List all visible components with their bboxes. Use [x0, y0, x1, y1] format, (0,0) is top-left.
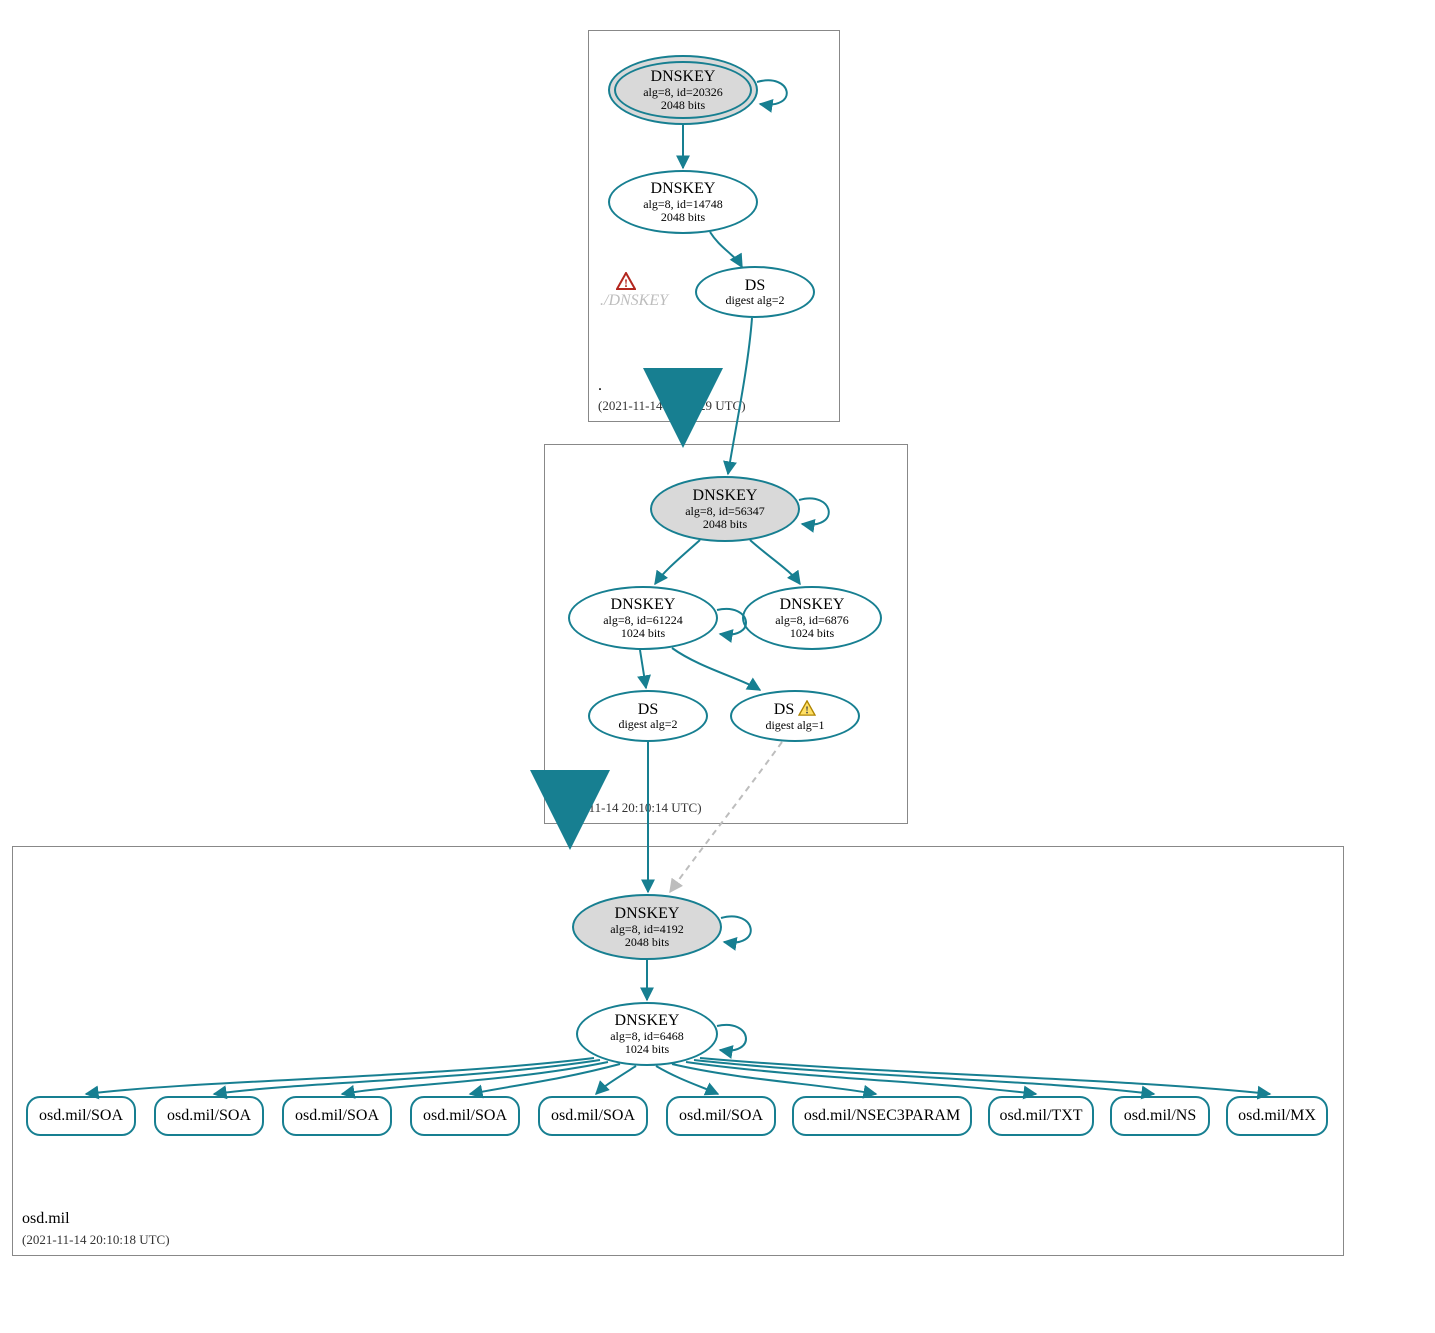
ds-title: DS — [638, 701, 658, 719]
rr-osd-soa-3[interactable]: osd.mil/SOA — [282, 1096, 392, 1136]
zone-label-osd: osd.mil — [22, 1210, 70, 1228]
rr-osd-soa-1[interactable]: osd.mil/SOA — [26, 1096, 136, 1136]
zone-ts-osd: (2021-11-14 20:10:18 UTC) — [22, 1232, 170, 1248]
dnskey-root-zsk[interactable]: DNSKEY alg=8, id=14748 2048 bits — [608, 170, 758, 234]
dnskey-title: DNSKEY — [693, 487, 758, 505]
ds-root[interactable]: DS digest alg=2 — [695, 266, 815, 318]
dnskey-bits: 1024 bits — [625, 1043, 669, 1056]
ds-mil-alg1[interactable]: DS ! digest alg=1 — [730, 690, 860, 742]
dnskey-title: DNSKEY — [615, 905, 680, 923]
dnskey-title: DNSKEY — [780, 596, 845, 614]
dnskey-title: DNSKEY — [651, 180, 716, 198]
dnskey-alg: alg=8, id=61224 — [603, 614, 683, 627]
rr-osd-ns[interactable]: osd.mil/NS — [1110, 1096, 1210, 1136]
dnskey-bits: 2048 bits — [661, 211, 705, 224]
dnskey-bits: 1024 bits — [790, 627, 834, 640]
dnskey-alg: alg=8, id=14748 — [643, 198, 723, 211]
zone-label-mil: mil — [554, 779, 575, 797]
svg-text:!: ! — [624, 276, 628, 290]
ds-mil-alg2[interactable]: DS digest alg=2 — [588, 690, 708, 742]
svg-text:!: ! — [805, 705, 809, 716]
dnskey-alg: alg=8, id=6876 — [775, 614, 849, 627]
rr-osd-soa-4[interactable]: osd.mil/SOA — [410, 1096, 520, 1136]
dnskey-osd-zsk[interactable]: DNSKEY alg=8, id=6468 1024 bits — [576, 1002, 718, 1066]
dnskey-bits: 2048 bits — [661, 99, 705, 112]
rr-osd-soa-2[interactable]: osd.mil/SOA — [154, 1096, 264, 1136]
dnskey-alg: alg=8, id=6468 — [610, 1030, 684, 1043]
zone-label-root: . — [598, 377, 602, 395]
dnskey-alg: alg=8, id=20326 — [643, 86, 723, 99]
warning-icon: ! — [616, 272, 636, 290]
dnskey-mil-zsk-6876[interactable]: DNSKEY alg=8, id=6876 1024 bits — [742, 586, 882, 650]
zone-ts-root: (2021-11-14 17:56:29 UTC) — [598, 398, 746, 414]
ds-title-text: DS — [774, 701, 794, 718]
ds-title: DS — [745, 277, 765, 295]
dnskey-bits: 1024 bits — [621, 627, 665, 640]
dnskey-osd-ksk[interactable]: DNSKEY alg=8, id=4192 2048 bits — [572, 894, 722, 960]
dnskey-root-ksk[interactable]: DNSKEY alg=8, id=20326 2048 bits — [608, 55, 758, 125]
rr-osd-soa-5[interactable]: osd.mil/SOA — [538, 1096, 648, 1136]
rr-osd-mx[interactable]: osd.mil/MX — [1226, 1096, 1328, 1136]
dnskey-title: DNSKEY — [611, 596, 676, 614]
ds-title: DS ! — [774, 700, 816, 719]
missing-dnskey-label: ./DNSKEY — [600, 292, 668, 310]
ds-alg: digest alg=2 — [725, 294, 784, 307]
ds-alg: digest alg=2 — [618, 718, 677, 731]
dnskey-bits: 2048 bits — [703, 518, 747, 531]
dnskey-title: DNSKEY — [651, 68, 716, 86]
dnskey-title: DNSKEY — [615, 1012, 680, 1030]
warning-icon: ! — [798, 700, 816, 716]
dnskey-mil-ksk[interactable]: DNSKEY alg=8, id=56347 2048 bits — [650, 476, 800, 542]
rr-osd-nsec3param[interactable]: osd.mil/NSEC3PARAM — [792, 1096, 972, 1136]
dnskey-bits: 2048 bits — [625, 936, 669, 949]
rr-osd-soa-6[interactable]: osd.mil/SOA — [666, 1096, 776, 1136]
rr-osd-txt[interactable]: osd.mil/TXT — [988, 1096, 1094, 1136]
dnskey-mil-zsk-61224[interactable]: DNSKEY alg=8, id=61224 1024 bits — [568, 586, 718, 650]
dnskey-alg: alg=8, id=4192 — [610, 923, 684, 936]
zone-ts-mil: (2021-11-14 20:10:14 UTC) — [554, 800, 702, 816]
ds-alg: digest alg=1 — [765, 719, 824, 732]
dnskey-alg: alg=8, id=56347 — [685, 505, 765, 518]
